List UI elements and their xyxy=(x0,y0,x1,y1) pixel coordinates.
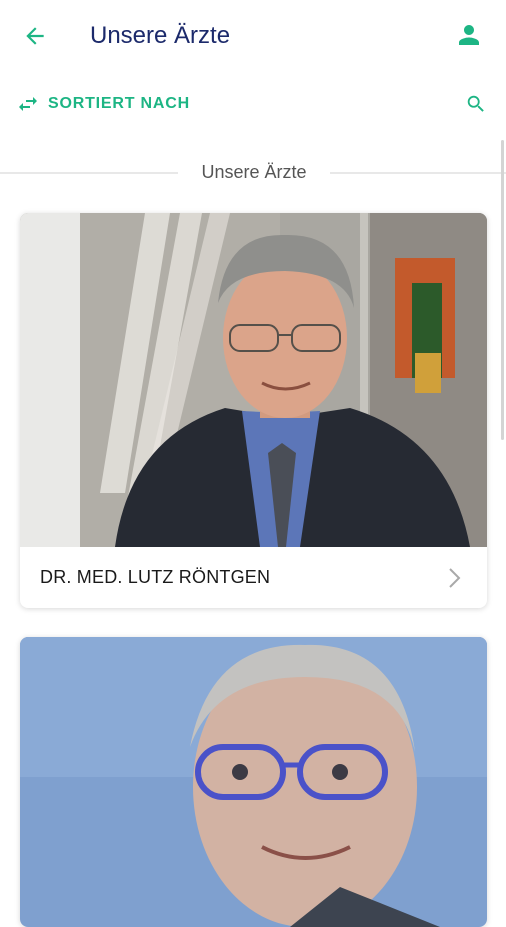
chevron-right-icon xyxy=(449,568,461,588)
sort-label: SORTIERT NACH xyxy=(48,95,190,112)
back-button[interactable] xyxy=(18,20,52,52)
sort-toolbar: SORTIERT NACH xyxy=(0,84,506,124)
person-icon xyxy=(459,25,479,45)
search-icon xyxy=(467,95,484,112)
section-divider: Unsere Ärzte xyxy=(0,158,506,188)
doctor-card-footer[interactable]: DR. MED. LUTZ RÖNTGEN xyxy=(20,547,487,608)
arrow-left-icon xyxy=(26,27,44,45)
divider-line-right xyxy=(330,172,506,174)
divider-line-left xyxy=(0,172,178,174)
app-bar: Unsere Ärzte xyxy=(0,0,506,72)
page-title: Unsere Ärzte xyxy=(90,22,231,49)
sort-button[interactable]: SORTIERT NACH xyxy=(16,88,190,120)
doctor-card[interactable] xyxy=(20,637,487,927)
doctor-photo xyxy=(20,637,487,927)
profile-button[interactable] xyxy=(452,18,486,52)
doctor-name: DR. MED. LUTZ RÖNTGEN xyxy=(40,567,271,587)
doctor-photo xyxy=(20,213,487,547)
search-button[interactable] xyxy=(462,90,490,118)
swap-arrows-icon xyxy=(19,97,37,111)
scrollbar-thumb[interactable] xyxy=(501,140,504,440)
section-heading: Unsere Ärzte xyxy=(201,162,307,182)
doctor-card[interactable]: DR. MED. LUTZ RÖNTGEN xyxy=(20,213,487,608)
